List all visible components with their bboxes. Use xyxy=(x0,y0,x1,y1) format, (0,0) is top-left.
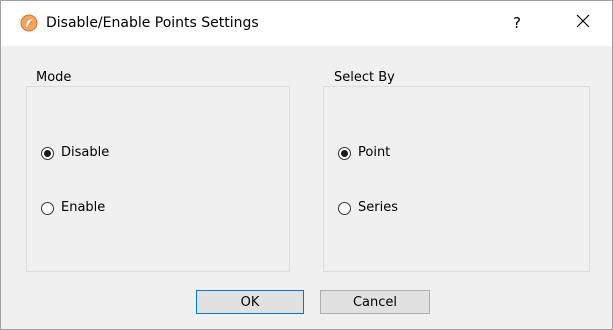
ok-button-label: OK xyxy=(240,294,260,310)
point-radio[interactable]: Point xyxy=(338,145,390,161)
enable-radio[interactable]: Enable xyxy=(41,200,105,216)
dialog-title: Disable/Enable Points Settings xyxy=(46,15,259,31)
dialog-window: Disable/Enable Points Settings ? Mode Di… xyxy=(0,0,613,330)
close-button[interactable] xyxy=(561,7,605,39)
help-button[interactable]: ? xyxy=(495,7,539,39)
ok-button[interactable]: OK xyxy=(196,290,304,314)
select-by-groupbox xyxy=(323,86,590,272)
select-by-group-title: Select By xyxy=(332,70,397,86)
radio-checked-icon[interactable] xyxy=(338,146,351,160)
series-radio-label: Series xyxy=(358,200,398,215)
cancel-button[interactable]: Cancel xyxy=(320,290,430,314)
title-bar: Disable/Enable Points Settings ? xyxy=(1,1,612,46)
radio-unchecked-icon[interactable] xyxy=(41,201,54,215)
disable-radio[interactable]: Disable xyxy=(41,145,109,161)
disable-radio-label: Disable xyxy=(61,145,110,160)
cancel-button-label: Cancel xyxy=(352,294,398,310)
help-label: ? xyxy=(513,14,521,32)
mode-group-title: Mode xyxy=(34,70,74,86)
app-logo-icon xyxy=(20,14,38,32)
point-radio-label: Point xyxy=(358,145,391,160)
enable-radio-label: Enable xyxy=(61,200,106,215)
mode-groupbox xyxy=(26,86,290,272)
radio-checked-icon[interactable] xyxy=(41,146,54,160)
series-radio[interactable]: Series xyxy=(338,200,398,216)
close-icon xyxy=(576,14,590,32)
radio-unchecked-icon[interactable] xyxy=(338,201,351,215)
